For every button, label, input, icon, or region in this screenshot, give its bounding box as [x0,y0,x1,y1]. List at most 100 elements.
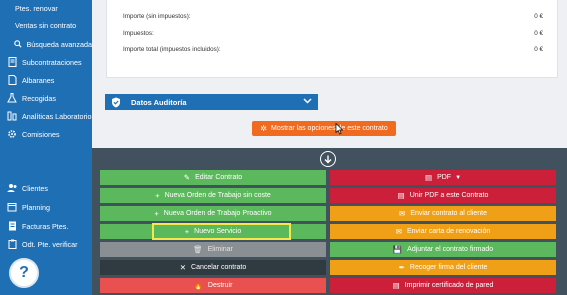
sidebar-item-label: Ptes. renovar [15,3,58,13]
attach-signed-contract-button[interactable]: 💾 Adjuntar el contrato firmado [330,242,556,257]
sidebar-item-comisiones[interactable]: Comisiones [0,126,92,142]
sidebar-item-label: Albaranes [22,75,55,85]
total-value: 0 € [534,46,543,53]
sidebar-item-odt-pte-verificar[interactable]: Odt. Pte. verificar [0,236,92,252]
new-work-order-proactive-button[interactable]: + Nueva Orden de Trabajo Proactivo [100,206,326,221]
sidebar-item-facturas-ptes[interactable]: Facturas Ptes. [0,218,92,234]
total-value: 0 € [534,13,543,20]
search-icon [14,38,22,50]
total-row-gross: Importe total (impuestos incluidos): 0 € [123,46,543,53]
sidebar-item-label: Comisiones [22,129,60,139]
sidebar-item-busqueda-avanzada[interactable]: Búsqueda avanzada [0,36,92,52]
close-icon: ✕ [179,263,187,272]
caret-down-icon: ▼ [455,174,462,181]
help-button[interactable]: ? [9,258,39,288]
new-work-order-no-cost-button[interactable]: + Nueva Orden de Trabajo sin coste [100,188,326,203]
button-label: Imprimir certificado de pared [404,282,494,289]
total-label: Importe total (impuestos incluidos): [123,46,221,53]
arrow-down-circle-icon[interactable] [320,151,336,167]
button-label: PDF [437,174,452,181]
gear-icon [6,128,18,140]
button-label: Nueva Orden de Trabajo Proactivo [163,210,272,217]
destroy-button[interactable]: 🔥 Destruir [100,278,326,293]
merge-pdf-button[interactable]: ▤ Unir PDF a este Contrato [330,188,556,203]
shield-icon [111,97,121,108]
lab-icon [6,110,18,122]
document-icon [6,56,18,68]
file-icon [6,74,18,86]
pen-icon: ✒ [398,263,405,272]
button-label: Destruir [207,282,233,289]
total-row-net: Importe (sin impuestos): 0 € [123,13,543,20]
main-content: Importe (sin impuestos): 0 € Impuestos: … [92,0,567,295]
button-label: Recoger firma del cliente [409,264,488,271]
sidebar-item-analiticas-laboratorio[interactable]: Analíticas Laboratorio [0,108,92,124]
plus-icon: + [154,209,159,218]
chevron-down-icon [303,97,312,106]
pdf-file-icon: ▤ [397,191,405,200]
users-icon [6,182,18,194]
sidebar-item-label: Subcontrataciones [22,57,82,67]
invoice-icon [6,220,18,232]
delete-button[interactable]: 🗑 Eliminar [100,242,326,257]
button-label: Nueva Orden de Trabajo sin coste [164,192,271,199]
button-label: Enviar carta de renovación [407,228,491,235]
plus-icon: + [184,227,190,236]
sidebar-item-label: Ventas sin contrato [15,20,77,30]
sidebar-item-label: Analíticas Laboratorio [22,111,92,121]
audit-title: Datos Auditoría [131,97,187,107]
trash-icon: 🗑 [193,245,203,254]
sidebar-item-ventas-sin-contrato[interactable]: Ventas sin contrato [0,17,92,33]
sidebar-item-label: Búsqueda avanzada [26,39,92,49]
sidebar-item-clientes[interactable]: Clientes [0,180,92,196]
clipboard-icon [6,238,18,250]
button-label: Editar Contrato [195,174,243,181]
total-label: Impuestos: [123,30,154,37]
sidebar-item-albaranes[interactable]: Albaranes [0,72,92,88]
button-label: Adjuntar el contrato firmado [407,246,494,253]
sidebar-item-label: Recogidas [22,93,56,103]
edit-contract-button[interactable]: ✎ Editar Contrato [100,170,326,185]
options-label: Mostrar las opciones de este contrato [270,125,388,132]
fire-icon: 🔥 [193,281,203,290]
button-label: Unir PDF a este Contrato [409,192,489,199]
contract-totals-card: Importe (sin impuestos): 0 € Impuestos: … [106,0,558,78]
send-renewal-letter-button[interactable]: ✉ Enviar carta de renovación [330,224,556,239]
contract-actions-panel: ✎ Editar Contrato + Nueva Orden de Traba… [92,148,567,295]
show-contract-options-button[interactable]: ✲ Mostrar las opciones de este contrato [252,121,396,136]
sidebar-item-label: Planning [22,202,50,212]
plus-icon: + [155,191,160,200]
help-icon: ? [19,264,29,281]
button-label: Enviar contrato al cliente [410,210,487,217]
sidebar-item-planning[interactable]: Planning [0,199,92,215]
sidebar-item-recogidas[interactable]: Recogidas [0,90,92,106]
calendar-icon [6,201,18,213]
save-icon: 💾 [392,245,403,254]
sidebar-item-ptes-renovar[interactable]: Ptes. renovar [0,0,92,16]
print-wall-certificate-button[interactable]: ▤ Imprimir certificado de pared [330,278,556,293]
audit-data-accordion[interactable]: Datos Auditoría [105,94,318,110]
sidebar-item-subcontrataciones[interactable]: Subcontrataciones [0,54,92,70]
total-row-tax: Impuestos: 0 € [123,30,543,37]
flask-icon [6,92,18,104]
sidebar-item-label: Clientes [22,183,48,193]
sidebar: Ptes. renovar Ventas sin contrato Búsque… [0,0,92,295]
total-label: Importe (sin impuestos): [123,13,191,20]
new-service-button[interactable]: + Nuevo Servicio [100,224,326,239]
collect-client-signature-button[interactable]: ✒ Recoger firma del cliente [330,260,556,275]
send-contract-to-client-button[interactable]: ✉ Enviar contrato al cliente [330,206,556,221]
envelope-icon: ✉ [399,209,406,218]
pdf-dropdown-button[interactable]: ▤ PDF ▼ [330,170,556,185]
button-label: Eliminar [207,246,233,253]
gears-icon: ✲ [260,124,267,133]
button-label: Nuevo Servicio [194,228,242,235]
cancel-contract-button[interactable]: ✕ Cancelar contrato [100,260,326,275]
sidebar-item-label: Odt. Pte. verificar [22,239,78,249]
pdf-file-icon: ▤ [424,173,433,182]
mouse-cursor-icon [335,123,343,135]
total-value: 0 € [534,30,543,37]
sidebar-item-label: Facturas Ptes. [22,221,69,231]
edit-icon: ✎ [183,173,191,182]
envelope-icon: ✉ [395,227,402,236]
pdf-file-icon: ▤ [392,281,400,290]
